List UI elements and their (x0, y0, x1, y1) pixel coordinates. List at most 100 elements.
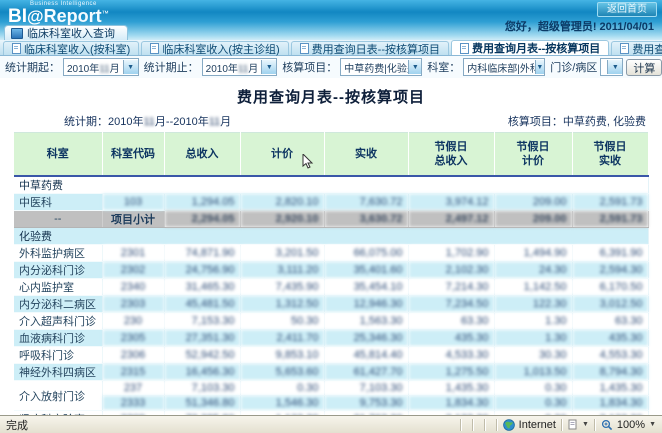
tab-monthly-by-dept[interactable]: 费用查询月表--按科室 (611, 41, 662, 55)
value-cell: 9,753.30 (324, 396, 408, 411)
col-received: 实收 (324, 133, 408, 177)
value-cell: 5,653.60 (240, 364, 324, 381)
value-cell: 1,142.50 (494, 279, 572, 296)
value-cell: 1,563.30 (324, 313, 408, 330)
dept-code-cell: 2302 (102, 262, 164, 279)
protected-mode-control[interactable]: ▼ (568, 419, 589, 430)
value-cell: 1.30 (494, 330, 572, 347)
dept-name-cell: 血液病科门诊 (14, 330, 102, 347)
module-tab-income-query[interactable]: 临床科室收入查询 (4, 25, 128, 40)
dept-code-cell: 2301 (102, 245, 164, 262)
dept-name-cell: -- (14, 211, 102, 228)
page-icon (460, 43, 469, 54)
value-cell: 209.00 (494, 194, 572, 211)
table-row: 神经外科四病区231516,456.305,653.6061,427.701,2… (14, 364, 648, 381)
value-cell: 4,533.30 (408, 347, 494, 364)
value-cell: 435.30 (408, 330, 494, 347)
period-start-select[interactable]: 2010年11月 ▼ (63, 58, 139, 76)
value-cell: 435.30 (572, 330, 648, 347)
chevron-down-icon[interactable]: ▼ (123, 60, 138, 74)
tab-income-by-group[interactable]: 临床科室收入(按主诊组) (141, 41, 288, 55)
group-row: 中草药费 (14, 176, 648, 194)
dept-name-cell: 内分泌科二病区 (14, 296, 102, 313)
dept-name-cell: 外科监护病区 (14, 245, 102, 262)
zoom-control[interactable]: 100% ▼ (601, 419, 656, 431)
value-cell: 6,170.50 (572, 279, 648, 296)
table-row: 心内监护室234031,465.307,435.9035,454.107,214… (14, 279, 648, 296)
value-cell: 2,820.10 (240, 194, 324, 211)
dept-code-cell: 2305 (102, 330, 164, 347)
value-cell: 1.30 (494, 313, 572, 330)
value-cell: 7,153.30 (164, 313, 240, 330)
value-cell: 2,594.30 (572, 262, 648, 279)
value-cell: 122.30 (494, 296, 572, 313)
meta-item: 核算项目：中草药费, 化验费 (508, 113, 646, 129)
value-cell: 1,435.30 (572, 381, 648, 396)
value-cell: 74,871.90 (164, 245, 240, 262)
filter-bar: 统计期起： 2010年11月 ▼ 统计期止： 2010年11月 ▼ 核算项目： … (0, 56, 662, 78)
app-window: Business Intelligence BI@Report™ 返回首页 您好… (0, 0, 662, 433)
dept-select[interactable]: 内科临床部|外科临床部 ▼ (463, 58, 545, 76)
chevron-down-icon[interactable]: ▼ (535, 60, 545, 74)
value-cell: 0.30 (494, 381, 572, 396)
page-title: 费用查询月表--按核算项目 (0, 78, 662, 111)
value-cell: 4,553.30 (572, 347, 648, 364)
meta-period: 统计期：2010年11月--2010年11月 (64, 113, 231, 129)
value-cell: 2,294.05 (164, 211, 240, 228)
tab-monthly-by-item[interactable]: 费用查询月表--按核算项目 (451, 40, 609, 55)
tab-income-by-dept[interactable]: 临床科室收入(按科室) (3, 41, 139, 55)
item-select[interactable]: 中草药费|化验费 ▼ (340, 58, 422, 76)
value-cell: 2,102.30 (408, 262, 494, 279)
group-label: 化验费 (14, 228, 648, 245)
value-cell: 2,920.10 (240, 211, 324, 228)
value-cell: 31,465.30 (164, 279, 240, 296)
page-icon (150, 43, 159, 54)
tab-daily-by-item[interactable]: 费用查询日表--按核算项目 (291, 41, 449, 55)
chevron-down-icon[interactable]: ▼ (607, 60, 622, 74)
chevron-down-icon[interactable]: ▼ (261, 60, 276, 74)
chevron-down-icon[interactable]: ▼ (408, 60, 421, 74)
value-cell: 45,814.40 (324, 347, 408, 364)
value-cell: 1,702.90 (408, 245, 494, 262)
zoom-level: 100% (617, 419, 645, 431)
report-table-body: 中草药费中医科1031,294.052,820.107,630.723,974.… (14, 176, 648, 433)
dept-code-cell: 2306 (102, 347, 164, 364)
value-cell: 35,401.60 (324, 262, 408, 279)
value-cell: 1,834.30 (572, 396, 648, 411)
area-select[interactable]: ▼ (600, 58, 623, 76)
top-banner: Business Intelligence BI@Report™ 返回首页 您好… (0, 0, 662, 40)
bi-report-logo: Business Intelligence BI@Report™ (8, 1, 109, 26)
group-label: 中草药费 (14, 176, 648, 194)
value-cell: 7,214.30 (408, 279, 494, 296)
value-cell: 7,103.30 (324, 381, 408, 396)
table-row: 血液病科门诊230527,351.302,411.7025,346.30435.… (14, 330, 648, 347)
calculate-button[interactable]: 计算 (626, 59, 662, 76)
value-cell: 7,435.90 (240, 279, 324, 296)
page-icon (12, 43, 21, 54)
value-cell: 12,946.30 (324, 296, 408, 313)
period-end-select[interactable]: 2010年11月 ▼ (202, 58, 278, 76)
dept-code-cell: 2315 (102, 364, 164, 381)
value-cell: 45,481.50 (164, 296, 240, 313)
browser-status-bar: 完成 Internet ▼ (0, 415, 662, 433)
table-row: 233351,346.801,546.309,753.301,834.300.3… (14, 396, 648, 411)
dept-name-cell: 中医科 (14, 194, 102, 211)
report-table-wrap: 科室 科室代码 总收入 计价 实收 节假日 总收入 节假日 计价 节假日 实收 … (14, 132, 648, 433)
value-cell: 3,012.50 (572, 296, 648, 313)
item-label: 核算项目： (282, 59, 337, 75)
value-cell: 1,494.90 (494, 245, 572, 262)
value-cell: 63.30 (572, 313, 648, 330)
dept-code-cell: 2333 (102, 396, 164, 411)
report-meta: 统计期：2010年11月--2010年11月 核算项目：中草药费, 化验费 (0, 111, 662, 132)
dept-name-cell: 介入放射门诊 (14, 381, 102, 411)
table-row: 呼吸科门诊230652,942.509,853.1045,814.404,533… (14, 347, 648, 364)
table-header-row: 科室 科室代码 总收入 计价 实收 节假日 总收入 节假日 计价 节假日 实收 (14, 133, 648, 177)
value-cell: 3,630.72 (324, 211, 408, 228)
group-row: 化验费 (14, 228, 648, 245)
dept-code-cell: 2340 (102, 279, 164, 296)
value-cell: 0.30 (240, 381, 324, 396)
return-home-button[interactable]: 返回首页 (597, 2, 657, 17)
value-cell: 7,234.50 (408, 296, 494, 313)
value-cell: 1,834.30 (408, 396, 494, 411)
value-cell: 3,111.20 (240, 262, 324, 279)
